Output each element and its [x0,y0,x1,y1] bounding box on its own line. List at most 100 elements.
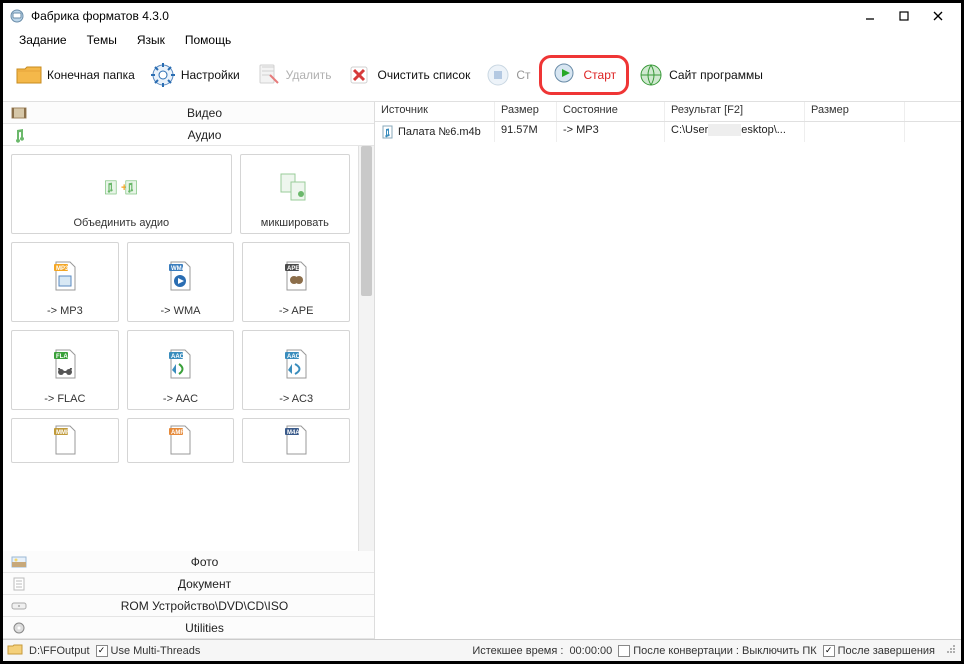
svg-text:AAC: AAC [287,354,301,360]
delete-button[interactable]: Удалить [248,58,338,92]
format-flac[interactable]: FLA -> FLAC [11,330,119,410]
delete-label: Удалить [286,68,332,82]
m4a-file-icon: M4A [278,422,314,458]
col-size[interactable]: Размер [495,102,557,121]
site-button[interactable]: Сайт программы [631,58,769,92]
photo-icon [3,554,35,570]
stop-label: Ст [516,68,530,82]
menu-themes[interactable]: Темы [79,31,125,49]
format-ape-label: -> APE [279,305,314,317]
utilities-gear-icon [3,620,35,636]
category-document[interactable]: Документ [3,573,374,595]
close-button[interactable] [921,6,955,26]
category-rom-label: ROM Устройство\DVD\CD\ISO [35,599,374,613]
category-utilities[interactable]: Utilities [3,617,374,639]
mix-icon [277,159,313,217]
window-title: Фабрика форматов 4.3.0 [31,9,853,23]
format-wma[interactable]: WMA -> WMA [127,242,235,322]
category-video-label: Видео [35,106,374,120]
site-label: Сайт программы [669,68,763,82]
folder-icon [15,61,43,89]
format-amr[interactable]: AMR [127,418,235,463]
output-folder-label: Конечная папка [47,68,135,82]
format-mix-label: микшировать [261,217,329,229]
amr-file-icon: AMR [162,422,198,458]
content-area: Видео Аудио + Объединить аудио микширо [3,102,961,639]
clear-list-button[interactable]: Очистить список [339,58,476,92]
globe-icon [637,61,665,89]
output-folder-button[interactable]: Конечная папка [9,58,141,92]
scrollbar-thumb[interactable] [361,146,372,296]
ape-file-icon: APE [278,247,314,305]
svg-text:AMR: AMR [171,430,185,436]
category-photo-label: Фото [35,555,374,569]
resize-grip-icon[interactable] [945,643,957,658]
col-size2[interactable]: Размер [805,102,905,121]
svg-text:MP3: MP3 [56,266,69,272]
svg-text:MMF: MMF [56,430,70,436]
ac3-file-icon: AAC [278,335,314,393]
after-done-label: После завершения [838,645,935,657]
status-bar: D:\FFOutput Use Multi-Threads Истекшее в… [3,639,961,661]
flac-file-icon: FLA [47,335,83,393]
minimize-button[interactable] [853,6,887,26]
format-mix[interactable]: микшировать [240,154,350,234]
cell-size: 91.57M [495,122,557,142]
format-m4a[interactable]: M4A [242,418,350,463]
col-state[interactable]: Состояние [557,102,665,121]
clear-list-label: Очистить список [377,68,470,82]
right-panel: Источник Размер Состояние Результат [F2]… [375,102,961,639]
list-row[interactable]: Палата №6.m4b 91.57M -> MP3 C:\Userxxxxx… [375,122,961,142]
category-utilities-label: Utilities [35,621,374,635]
scrollbar[interactable] [358,146,374,551]
category-photo[interactable]: Фото [3,551,374,573]
category-document-label: Документ [35,577,374,591]
format-join-audio[interactable]: + Объединить аудио [11,154,232,234]
col-result[interactable]: Результат [F2] [665,102,805,121]
cell-source: Палата №6.m4b [375,122,495,142]
mmf-file-icon: MMF [47,422,83,458]
category-audio-label: Аудио [35,128,374,142]
category-audio[interactable]: Аудио [3,124,374,146]
category-rom[interactable]: ROM Устройство\DVD\CD\ISO [3,595,374,617]
cell-source-text: Палата №6.m4b [398,126,481,138]
format-aac[interactable]: AAC -> AAC [127,330,235,410]
maximize-button[interactable] [887,6,921,26]
start-icon [552,61,580,89]
checkbox-icon [96,645,108,657]
format-mp3[interactable]: MP3 -> MP3 [11,242,119,322]
format-join-audio-label: Объединить аудио [73,217,169,229]
format-grid-container: + Объединить аудио микшировать MP3 -> MP… [3,146,374,551]
svg-text:FLA: FLA [56,354,68,360]
multi-threads-checkbox[interactable]: Use Multi-Threads [96,645,201,657]
format-ape[interactable]: APE -> APE [242,242,350,322]
stop-icon [484,61,512,89]
svg-text:AAC: AAC [171,354,185,360]
menu-language[interactable]: Язык [129,31,173,49]
format-mp3-label: -> MP3 [47,305,83,317]
start-button[interactable]: Старт [539,55,630,95]
wma-file-icon: WMA [162,247,198,305]
after-done-checkbox[interactable]: После завершения [823,645,935,657]
output-path[interactable]: D:\FFOutput [29,645,90,657]
delete-icon [254,61,282,89]
stop-button[interactable]: Ст [478,58,536,92]
format-ac3[interactable]: AAC -> AC3 [242,330,350,410]
col-source[interactable]: Источник [375,102,495,121]
format-mmf[interactable]: MMF [11,418,119,463]
category-video[interactable]: Видео [3,102,374,124]
mp3-file-icon: MP3 [47,247,83,305]
format-flac-label: -> FLAC [44,393,85,405]
after-convert-checkbox[interactable]: После конвертации : Выключить ПК [618,645,816,657]
menu-task[interactable]: Задание [11,31,75,49]
output-path-icon[interactable] [7,641,23,660]
clear-icon [345,61,373,89]
menu-bar: Задание Темы Язык Помощь [3,29,961,51]
music-icon [3,127,35,143]
svg-text:APE: APE [287,266,299,272]
settings-button[interactable]: Настройки [143,58,246,92]
cell-result: C:\Userxxxxxxesktop\... [665,122,805,142]
cell-size2 [805,122,905,142]
checkbox-icon [618,645,630,657]
menu-help[interactable]: Помощь [177,31,239,49]
